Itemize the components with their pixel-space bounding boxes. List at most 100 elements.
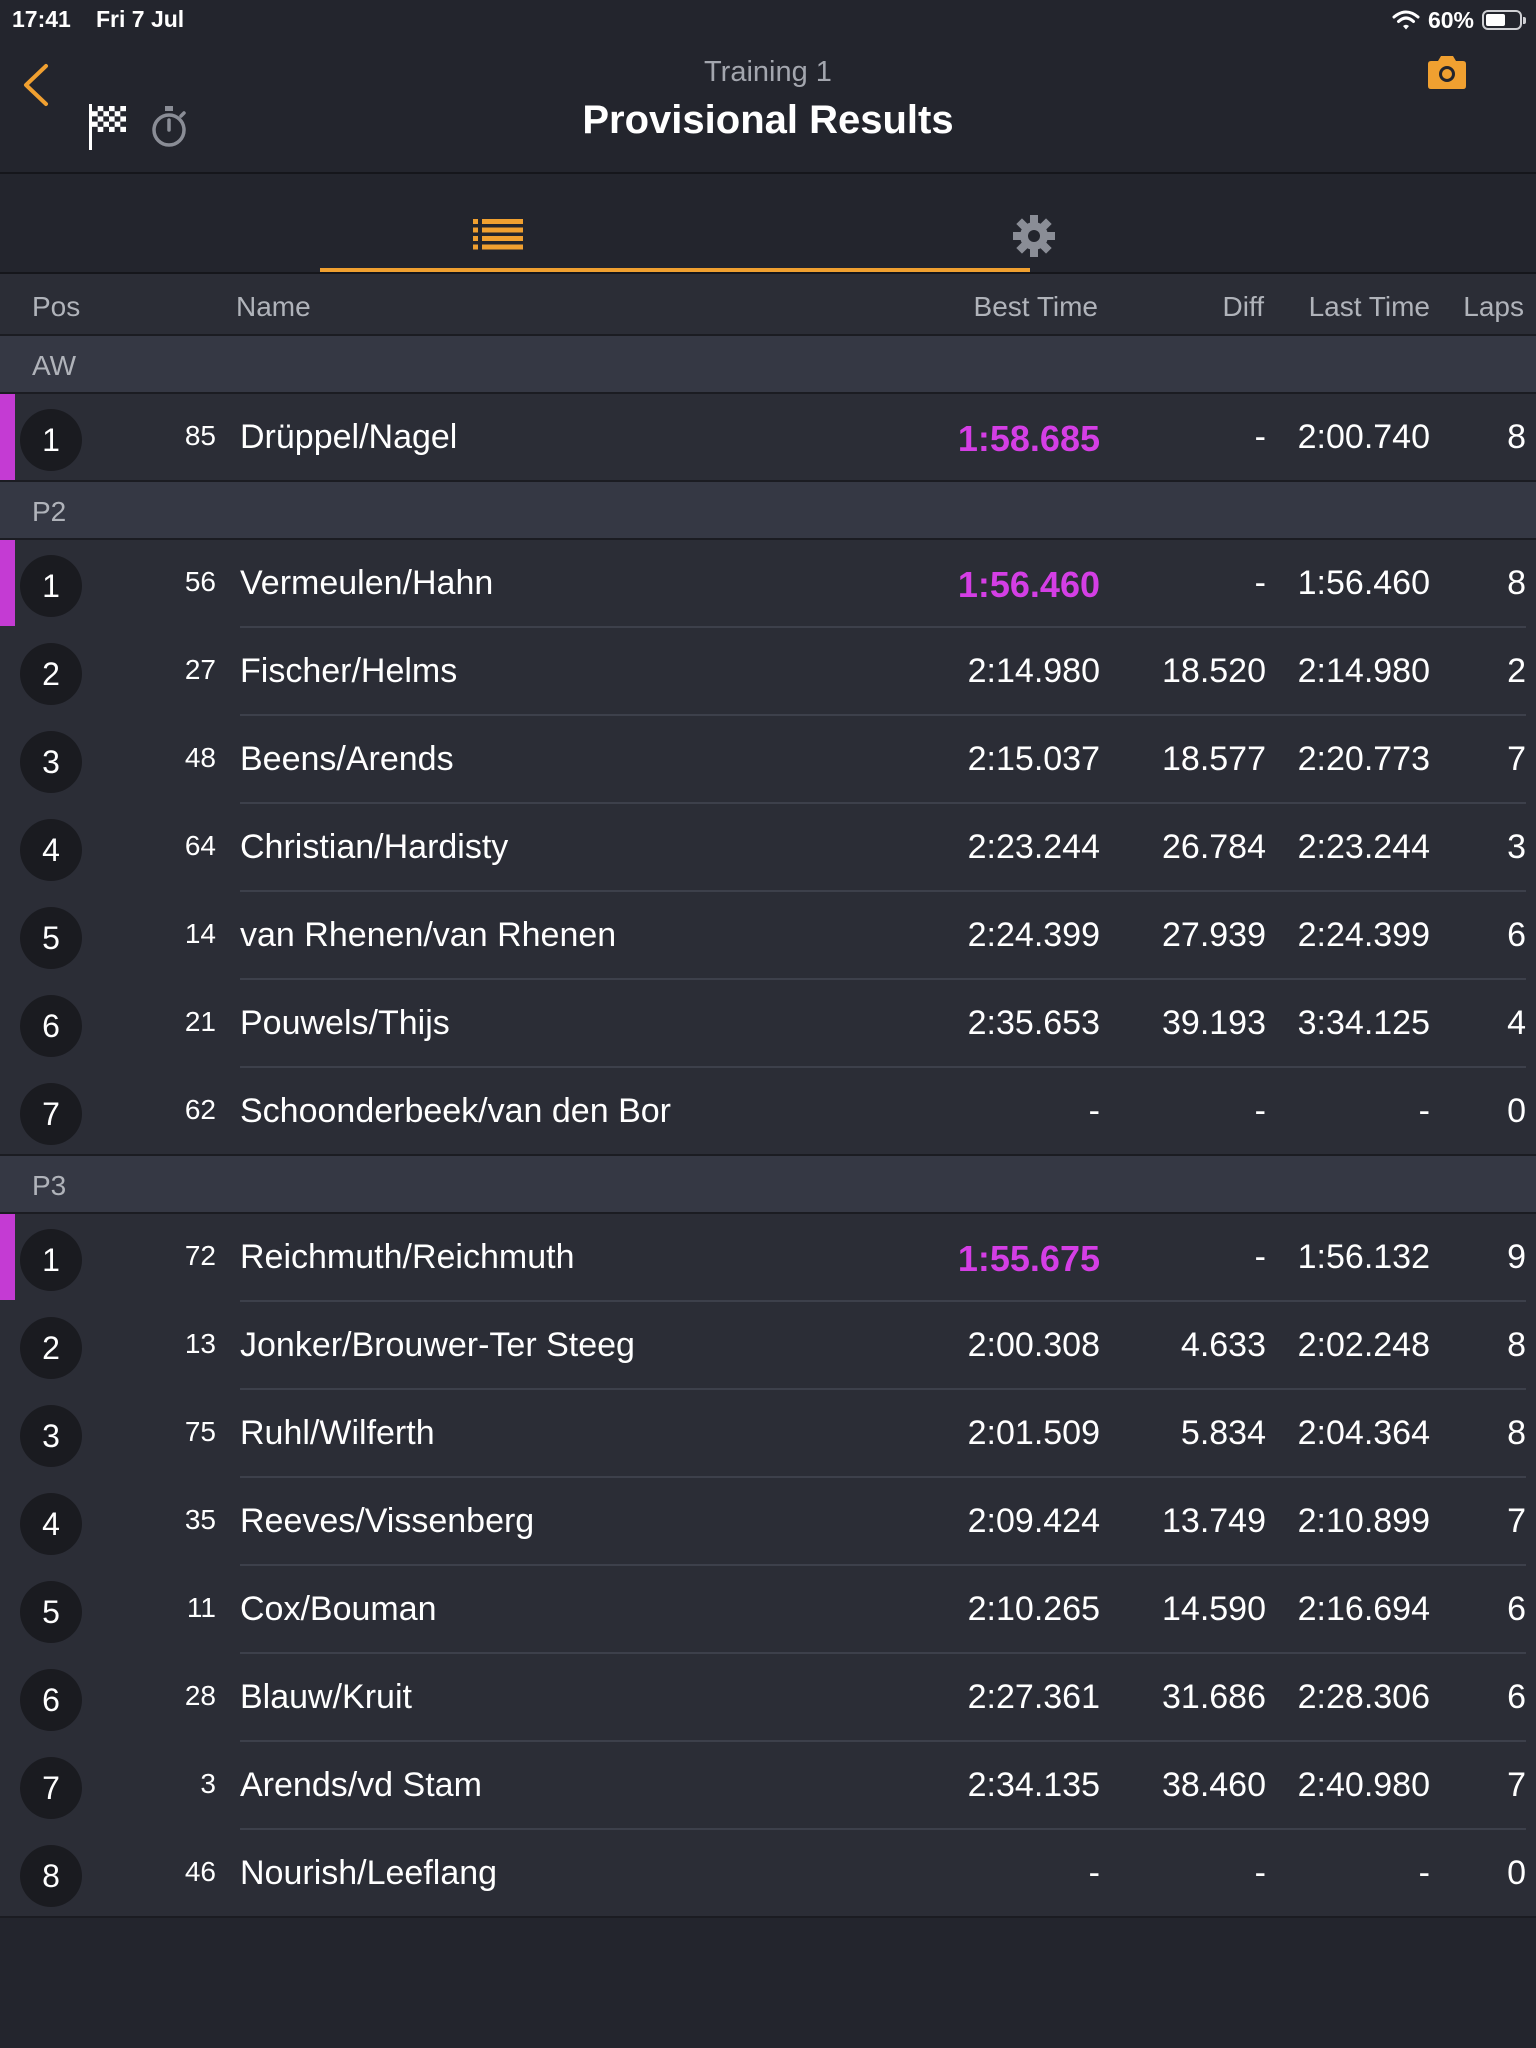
result-row[interactable]: 4 35 Reeves/Vissenberg 2:09.424 13.749 2:10.8…: [0, 1478, 1536, 1566]
last-time: 2:23.244: [1297, 828, 1430, 866]
result-row[interactable]: 6 21 Pouwels/Thijs 2:35.653 39.193 3:34.125 4: [0, 980, 1536, 1068]
driver-names: Blauw/Kruit: [240, 1678, 412, 1716]
position-badge: 2: [20, 643, 82, 705]
diff-time: 27.939: [1162, 916, 1266, 954]
best-time: 2:01.509: [967, 1414, 1100, 1452]
wifi-icon: [1392, 10, 1420, 30]
lap-count: 3: [1507, 828, 1526, 866]
result-row[interactable]: 2 27 Fischer/Helms 2:14.980 18.520 2:14.980 2: [0, 628, 1536, 716]
column-pos: Pos: [32, 291, 81, 322]
car-number: 64: [184, 830, 216, 861]
diff-time: -: [1254, 1092, 1266, 1130]
position-badge: 4: [20, 1493, 82, 1555]
result-row[interactable]: 3 48 Beens/Arends 2:15.037 18.577 2:20.773 7: [0, 716, 1536, 804]
car-number: 85: [184, 420, 216, 451]
diff-time: -: [1254, 418, 1266, 456]
result-row[interactable]: 1 85 Drüppel/Nagel 1:58.685 -2:00.740 8: [0, 394, 1536, 482]
car-number: 3: [200, 1768, 216, 1799]
class-group-label: P2: [32, 496, 67, 527]
driver-names: Christian/Hardisty: [240, 828, 509, 866]
car-number: 35: [184, 1504, 216, 1535]
car-number: 28: [184, 1680, 216, 1711]
class-group-header: P2: [0, 482, 1536, 540]
diff-time: 38.460: [1162, 1766, 1266, 1804]
page-title: Provisional Results: [582, 98, 954, 142]
last-time: 1:56.132: [1297, 1238, 1430, 1276]
lap-count: 0: [1507, 1092, 1526, 1130]
diff-time: 26.784: [1162, 828, 1266, 866]
camera-button[interactable]: [1424, 52, 1470, 92]
diff-time: 13.749: [1162, 1502, 1266, 1540]
driver-names: Drüppel/Nagel: [240, 418, 458, 456]
car-number: 56: [184, 566, 216, 597]
best-time: 2:15.037: [967, 740, 1100, 778]
driver-names: Beens/Arends: [240, 740, 454, 778]
result-row[interactable]: 1 56 Vermeulen/Hahn 1:56.460-1:56.460 8: [0, 540, 1536, 628]
car-number: 14: [184, 918, 216, 949]
last-time: 2:04.364: [1297, 1414, 1430, 1452]
status-time: 17:41: [12, 6, 71, 32]
driver-names: Cox/Bouman: [240, 1590, 437, 1628]
result-row[interactable]: 7 62 Schoonderbeek/van den Bor - - - 0: [0, 1068, 1536, 1156]
lap-count: 8: [1507, 1326, 1526, 1364]
tab-settings[interactable]: [676, 174, 1055, 272]
last-time: 2:20.773: [1297, 740, 1430, 778]
best-time: 1:56.460: [957, 564, 1100, 605]
position-badge: 3: [20, 1405, 82, 1467]
result-row[interactable]: 6 28 Blauw/Kruit 2:27.361 31.686 2:28.306 6: [0, 1654, 1536, 1742]
class-group-label: AW: [32, 350, 77, 381]
class-leader-marker: [0, 1214, 15, 1300]
position-badge: 3: [20, 731, 82, 793]
column-laps: Laps: [1463, 291, 1524, 322]
position-badge: 5: [20, 907, 82, 969]
lap-count: 6: [1507, 916, 1526, 954]
tab-results-list[interactable]: [320, 174, 676, 272]
best-time: 2:23.244: [967, 828, 1100, 866]
diff-time: 5.834: [1180, 1414, 1266, 1452]
driver-names: Ruhl/Wilferth: [240, 1414, 435, 1452]
best-time: 2:14.980: [967, 652, 1100, 690]
best-time: -: [1088, 1092, 1100, 1130]
diff-time: 18.577: [1162, 740, 1266, 778]
last-time: 1:56.460: [1297, 564, 1430, 602]
result-row[interactable]: 1 72 Reichmuth/Reichmuth 1:55.675 -1:56.132 9: [0, 1214, 1536, 1302]
column-best-time: Best Time: [973, 291, 1098, 322]
last-time: 2:40.980: [1297, 1766, 1430, 1804]
diff-time: -: [1254, 1238, 1266, 1276]
position-badge: 7: [20, 1083, 82, 1145]
last-time: 2:24.399: [1297, 916, 1430, 954]
result-row[interactable]: 3 75 Ruhl/Wilferth 2:01.509 5.834 2:04.364 8: [0, 1390, 1536, 1478]
class-group-header: P3: [0, 1156, 1536, 1214]
diff-time: 18.520: [1162, 652, 1266, 690]
driver-names: Arends/vd Stam: [240, 1766, 482, 1804]
class-leader-marker: [0, 394, 15, 480]
last-time: 2:02.248: [1297, 1326, 1430, 1364]
nav-header: Training 1 Provisional Results: [0, 40, 1536, 174]
driver-names: Vermeulen/Hahn: [240, 564, 494, 602]
best-time: 2:09.424: [967, 1502, 1100, 1540]
last-time: 2:28.306: [1297, 1678, 1430, 1716]
result-row[interactable]: 8 46 Nourish/Leeflang - - - 0: [0, 1830, 1536, 1918]
list-icon: [473, 219, 523, 250]
car-number: 62: [184, 1094, 216, 1125]
result-row[interactable]: 7 3 Arends/vd Stam 2:34.135 38.460 2:40.980 7: [0, 1742, 1536, 1830]
lap-count: 7: [1507, 1766, 1526, 1804]
lap-count: 8: [1507, 1414, 1526, 1452]
battery-level: [1486, 14, 1505, 26]
last-time: -: [1418, 1092, 1430, 1130]
lap-count: 7: [1507, 740, 1526, 778]
best-time: 1:58.685: [957, 418, 1100, 459]
result-row[interactable]: 5 14 van Rhenen/van Rhenen 2:24.399 27.939 2:…: [0, 892, 1536, 980]
best-time: 2:27.361: [967, 1678, 1100, 1716]
position-badge: 7: [20, 1757, 82, 1819]
results-table[interactable]: AW 1 85 Drüppel/Nagel 1:58.685-2:00.740 8 P2 1 5…: [0, 336, 1536, 1918]
result-row[interactable]: 4 64 Christian/Hardisty 2:23.244 26.784 2:23.…: [0, 804, 1536, 892]
lap-count: 8: [1507, 418, 1526, 456]
gear-icon: [1013, 215, 1055, 257]
result-row[interactable]: 5 11 Cox/Bouman 2:10.265 14.590 2:16.694 6: [0, 1566, 1536, 1654]
diff-time: 4.633: [1180, 1326, 1266, 1364]
driver-names: van Rhenen/van Rhenen: [240, 916, 617, 954]
position-badge: 1: [20, 555, 82, 617]
driver-names: Reichmuth/Reichmuth: [240, 1238, 575, 1276]
result-row[interactable]: 2 13 Jonker/Brouwer-Ter Steeg 2:00.308 4.633…: [0, 1302, 1536, 1390]
